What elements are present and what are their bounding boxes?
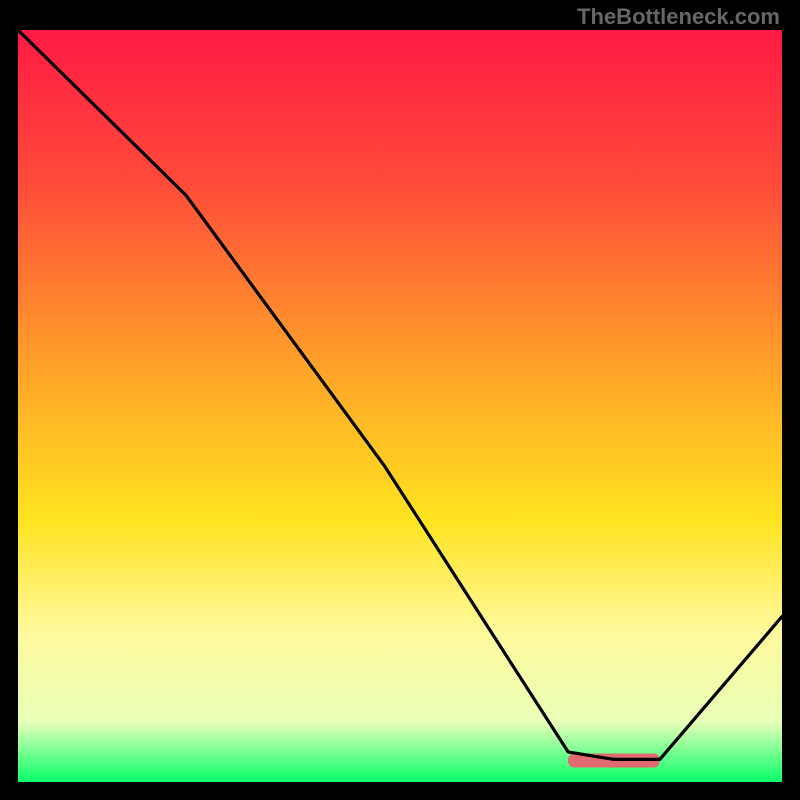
chart-container <box>18 30 782 782</box>
chart-svg <box>18 30 782 782</box>
watermark-text: TheBottleneck.com <box>577 4 780 30</box>
